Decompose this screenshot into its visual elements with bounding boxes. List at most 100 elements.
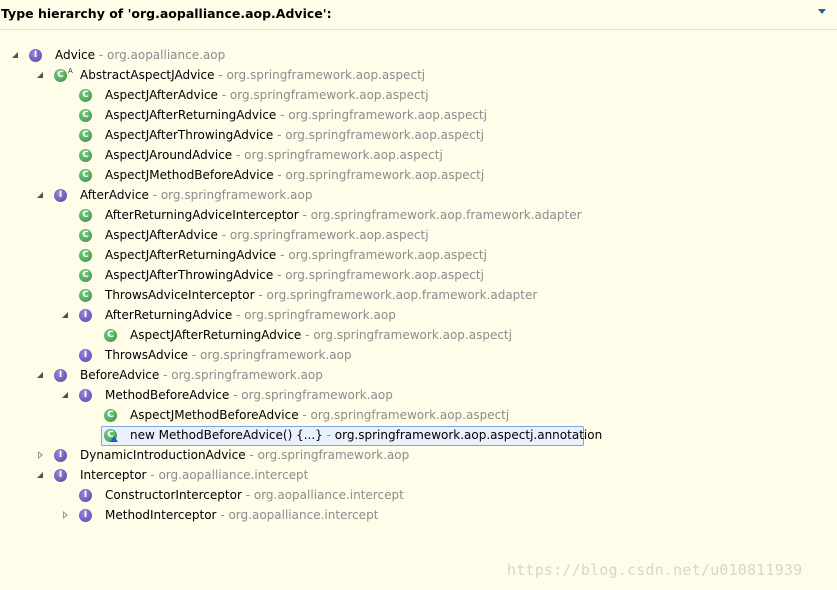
package-name: org.springframework.aop bbox=[241, 388, 393, 402]
separator: - bbox=[232, 308, 245, 322]
separator: - bbox=[245, 448, 258, 462]
package-name: org.springframework.aop bbox=[160, 188, 313, 202]
package-name: org.aopalliance.intercept bbox=[228, 508, 379, 522]
interface-icon: I bbox=[54, 449, 67, 462]
type-name: AspectJAfterAdvice bbox=[105, 88, 218, 102]
separator: - bbox=[229, 388, 242, 402]
tree-row[interactable]: C AspectJAfterReturningAdvice - org.sprin… bbox=[0, 326, 837, 346]
class-icon: C bbox=[79, 169, 92, 182]
class-icon: C bbox=[79, 249, 92, 262]
tree-row[interactable]: C AspectJMethodBeforeAdvice - org.springf… bbox=[0, 406, 837, 426]
tree-row-method-before-advice[interactable]: I MethodBeforeAdvice - org.springframewor… bbox=[0, 386, 837, 406]
type-name: AfterReturningAdvice bbox=[105, 308, 233, 322]
tree-row[interactable]: C AspectJAfterThrowingAdvice - org.spring… bbox=[0, 266, 837, 286]
type-name: AspectJAfterReturningAdvice bbox=[105, 248, 277, 262]
package-name: org.springframework.aop.aspectj bbox=[229, 88, 429, 102]
tree-row-advice[interactable]: I Advice - org.aopalliance.aop bbox=[0, 46, 837, 66]
class-icon: C bbox=[79, 129, 92, 142]
package-name: org.springframework.aop.framework.adapte… bbox=[266, 288, 538, 302]
class-icon: C bbox=[79, 229, 92, 242]
tree-row-before-advice[interactable]: I BeforeAdvice - org.springframework.aop bbox=[0, 366, 837, 386]
chevron-down-icon[interactable] bbox=[818, 9, 826, 14]
tree-node-label: ConstructorInterceptor - org.aopalliance… bbox=[105, 488, 404, 502]
type-name: ThrowsAdviceInterceptor bbox=[105, 288, 255, 302]
type-name: MethodInterceptor bbox=[105, 508, 217, 522]
tree-node-label: MethodBeforeAdvice - org.springframework… bbox=[105, 388, 393, 402]
tree-row[interactable]: C AspectJAfterThrowingAdvice - org.spring… bbox=[0, 126, 837, 146]
package-name: org.springframework.aop.aspectj bbox=[288, 248, 487, 262]
tree-row-after-returning-advice[interactable]: I AfterReturningAdvice - org.springframew… bbox=[0, 306, 837, 326]
package-name: org.aopalliance.aop bbox=[107, 48, 226, 62]
tree-row[interactable]: C AspectJAfterAdvice - org.springframewor… bbox=[0, 86, 837, 106]
tree-node-label: DynamicIntroductionAdvice - org.springfr… bbox=[80, 448, 409, 462]
interface-icon: I bbox=[29, 49, 42, 62]
tree-row-dynamic-introduction-advice[interactable]: I DynamicIntroductionAdvice - org.springf… bbox=[0, 446, 837, 466]
separator: - bbox=[159, 368, 172, 382]
package-name: org.springframework.aop.aspectj bbox=[310, 408, 510, 422]
type-name: MethodBeforeAdvice bbox=[105, 388, 230, 402]
package-name: org.springframework.aop.aspectj bbox=[285, 128, 484, 142]
tree-row-interceptor[interactable]: I Interceptor - org.aopalliance.intercept bbox=[0, 466, 837, 486]
separator: - bbox=[188, 348, 201, 362]
tree-row[interactable]: C AspectJAfterAdvice - org.springframewor… bbox=[0, 226, 837, 246]
type-name: AspectJAfterThrowingAdvice bbox=[105, 268, 274, 282]
class-icon: C bbox=[104, 329, 117, 342]
package-name: org.springframework.aop.aspectj bbox=[285, 268, 484, 282]
type-name: AspectJAroundAdvice bbox=[105, 148, 233, 162]
package-name: org.springframework.aop bbox=[171, 368, 323, 382]
separator: - bbox=[298, 408, 311, 422]
tree-row-method-interceptor[interactable]: I MethodInterceptor - org.aopalliance.int… bbox=[0, 506, 837, 526]
tree-row[interactable]: I ThrowsAdvice - org.springframework.aop bbox=[0, 346, 837, 366]
tree-node-label: ThrowsAdviceInterceptor - org.springfram… bbox=[105, 288, 537, 302]
tree-node-label: AspectJMethodBeforeAdvice - org.springfr… bbox=[130, 408, 509, 422]
package-name: org.springframework.aop.aspectj bbox=[226, 68, 426, 82]
tree-row[interactable]: C AspectJAfterReturningAdvice - org.sprin… bbox=[0, 106, 837, 126]
package-name: org.springframework.aop.aspectj bbox=[229, 228, 429, 242]
separator: - bbox=[273, 168, 286, 182]
tree-node-label: AspectJAfterThrowingAdvice - org.springf… bbox=[105, 268, 484, 282]
class-icon: C bbox=[79, 149, 92, 162]
tree-node-label: ThrowsAdvice - org.springframework.aop bbox=[105, 348, 352, 362]
class-icon: C bbox=[104, 409, 117, 422]
tree-node-label: AfterAdvice - org.springframework.aop bbox=[80, 188, 312, 202]
tree-row[interactable]: C ThrowsAdviceInterceptor - org.springfra… bbox=[0, 286, 837, 306]
view-title: Type hierarchy of 'org.aopalliance.aop.A… bbox=[1, 6, 332, 21]
tree-node-label: AbstractAspectJAdvice - org.springframew… bbox=[80, 68, 425, 82]
type-name: ConstructorInterceptor bbox=[105, 488, 242, 502]
tree-row-selected[interactable]: Cnew MethodBeforeAdvice() {...} - org.sp… bbox=[0, 426, 837, 446]
separator: - bbox=[254, 288, 267, 302]
tree-row[interactable]: I ConstructorInterceptor - org.aopallianc… bbox=[0, 486, 837, 506]
tree-node-label: BeforeAdvice - org.springframework.aop bbox=[80, 368, 323, 382]
interface-icon: I bbox=[54, 369, 67, 382]
package-name: org.springframework.aop.aspectj bbox=[285, 168, 485, 182]
interface-icon: I bbox=[79, 509, 92, 522]
interface-icon: I bbox=[54, 189, 67, 202]
class-icon: C bbox=[104, 429, 118, 442]
class-icon: C bbox=[79, 269, 92, 282]
package-name: org.springframework.aop bbox=[244, 308, 396, 322]
separator: - bbox=[241, 488, 254, 502]
separator: - bbox=[216, 508, 229, 522]
tree-node-label: AspectJAfterThrowingAdvice - org.springf… bbox=[105, 128, 484, 142]
tree-row[interactable]: C AspectJAfterReturningAdvice - org.sprin… bbox=[0, 246, 837, 266]
package-name: org.springframework.aop bbox=[200, 348, 352, 362]
tree-row[interactable]: C AspectJAroundAdvice - org.springframewo… bbox=[0, 146, 837, 166]
type-name: AspectJAfterReturningAdvice bbox=[130, 328, 302, 342]
interface-icon: I bbox=[79, 389, 92, 402]
tree-row[interactable]: C AspectJMethodBeforeAdvice - org.springf… bbox=[0, 166, 837, 186]
type-name: AspectJAfterReturningAdvice bbox=[105, 108, 277, 122]
separator: - bbox=[232, 148, 245, 162]
separator: - bbox=[276, 248, 289, 262]
tree-node-label: AspectJAfterAdvice - org.springframework… bbox=[105, 88, 429, 102]
tree-row-after-advice[interactable]: I AfterAdvice - org.springframework.aop bbox=[0, 186, 837, 206]
type-name: BeforeAdvice bbox=[80, 368, 160, 382]
tree-row-abstract-aspectj-advice[interactable]: C A AbstractAspectJAdvice - org.springfram… bbox=[0, 66, 837, 86]
tree-row[interactable]: C AfterReturningAdviceInterceptor - org.s… bbox=[0, 206, 837, 226]
tree-node-label: MethodInterceptor - org.aopalliance.inte… bbox=[105, 508, 378, 522]
abstract-class-icon: CA bbox=[54, 67, 73, 82]
separator: - bbox=[273, 268, 286, 282]
type-name: ThrowsAdvice bbox=[105, 348, 189, 362]
package-name: org.springframework.aop bbox=[257, 448, 410, 462]
interface-icon: I bbox=[54, 469, 67, 482]
tree-node-label: AfterReturningAdvice - org.springframewo… bbox=[105, 308, 396, 322]
